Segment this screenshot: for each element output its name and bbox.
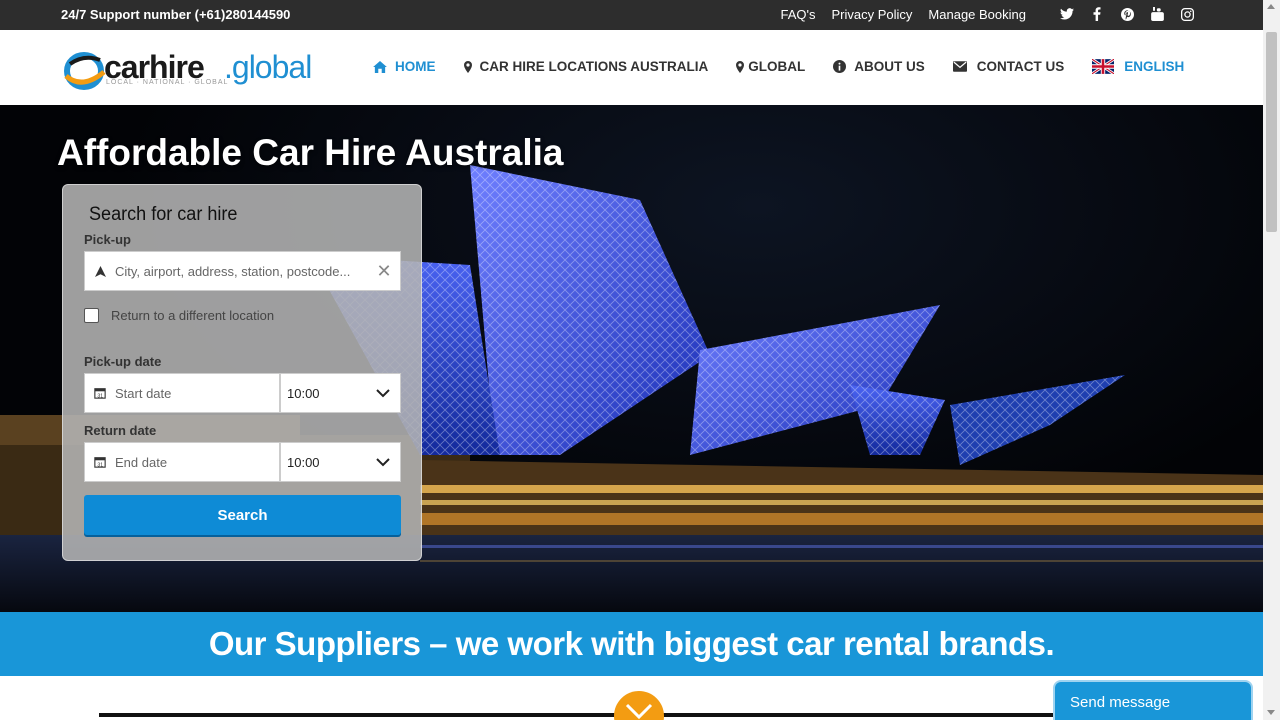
info-icon — [833, 60, 847, 73]
clear-icon[interactable]: ✕ — [368, 261, 400, 282]
end-time-value: 10:00 — [287, 454, 320, 470]
map-marker-icon — [463, 60, 472, 73]
start-time-value: 10:00 — [287, 385, 320, 401]
map-marker-icon — [736, 60, 745, 73]
pickup-placeholder: City, airport, address, station, postcod… — [115, 263, 351, 279]
language-selector[interactable]: ENGLISH — [1092, 59, 1184, 74]
twitter-icon[interactable] — [1059, 5, 1075, 23]
instagram-icon[interactable] — [1179, 5, 1195, 23]
page: 24/7 Support number (+61)280144590 FAQ's… — [0, 0, 1280, 720]
return-different-row: Return to a different location — [84, 308, 274, 323]
svg-text:31: 31 — [97, 462, 103, 468]
end-time-select[interactable]: 10:00 — [280, 442, 401, 482]
social-links — [1059, 5, 1195, 23]
start-date-placeholder: Start date — [115, 385, 172, 401]
nav-global-label: GLOBAL — [748, 59, 806, 74]
end-date-placeholder: End date — [115, 454, 168, 470]
privacy-policy-link[interactable]: Privacy Policy — [832, 7, 913, 22]
return-different-label: Return to a different location — [111, 308, 275, 323]
nav-contact-label: CONTACT US — [976, 59, 1065, 74]
scrollbar[interactable] — [1263, 0, 1280, 720]
return-date-label: Return date — [84, 423, 157, 438]
end-date-input[interactable]: 31 End date — [84, 442, 280, 482]
send-message-chat[interactable]: Send message — [1053, 680, 1253, 720]
facebook-icon[interactable] — [1089, 5, 1105, 23]
support-number: 24/7 Support number (+61)280144590 — [61, 7, 291, 22]
main-nav: HOME CAR HIRE LOCATIONS AUSTRALIA GLOBAL… — [373, 59, 1212, 74]
uk-flag-icon — [1092, 59, 1115, 74]
nav-contact-us[interactable]: CONTACT US — [952, 59, 1065, 74]
search-title: Search for car hire — [89, 204, 238, 225]
nav-about-us[interactable]: ABOUT US — [833, 59, 925, 74]
pickup-location-input[interactable]: City, airport, address, station, postcod… — [84, 251, 401, 291]
calendar-icon: 31 — [85, 456, 115, 468]
manage-booking-link[interactable]: Manage Booking — [928, 7, 1026, 22]
logo[interactable]: carhire .global LOCAL · NATIONAL · GLOBA… — [64, 46, 329, 90]
return-different-checkbox[interactable] — [84, 308, 99, 323]
scroll-up-arrow[interactable] — [1267, 4, 1275, 9]
home-icon — [373, 60, 387, 73]
start-date-input[interactable]: 31 Start date — [84, 373, 280, 413]
youtube-icon[interactable] — [1149, 5, 1165, 23]
search-button[interactable]: Search — [84, 495, 401, 535]
nav-home-label: HOME — [395, 59, 436, 74]
chevron-down-icon — [376, 458, 390, 467]
nav-home[interactable]: HOME — [373, 59, 436, 74]
faq-link[interactable]: FAQ's — [781, 7, 816, 22]
svg-text:31: 31 — [97, 393, 103, 399]
scroll-down-arrow[interactable] — [1267, 710, 1275, 715]
chevron-down-icon — [625, 703, 653, 720]
top-links: FAQ's Privacy Policy Manage Booking — [781, 7, 1027, 22]
hero-title: Affordable Car Hire Australia — [57, 132, 564, 173]
top-bar: 24/7 Support number (+61)280144590 FAQ's… — [0, 0, 1263, 30]
divider-line — [99, 713, 1059, 717]
nav-about-label: ABOUT US — [854, 59, 925, 74]
search-panel: Search for car hire Pick-up City, airpor… — [62, 184, 422, 561]
scroll-down-button[interactable] — [614, 691, 664, 720]
hero-section: Affordable Car Hire Australia Search for… — [0, 105, 1263, 612]
pinterest-icon[interactable] — [1119, 5, 1135, 23]
envelope-icon — [952, 61, 967, 72]
logo-text-global: .global — [224, 49, 312, 85]
logo-tagline: LOCAL · NATIONAL · GLOBAL — [106, 79, 229, 86]
nav-global[interactable]: GLOBAL — [736, 59, 805, 74]
nav-car-hire-locations[interactable]: CAR HIRE LOCATIONS AUSTRALIA — [463, 59, 709, 74]
scrollbar-thumb[interactable] — [1266, 32, 1277, 232]
start-time-select[interactable]: 10:00 — [280, 373, 401, 413]
logo-globe-icon — [64, 52, 106, 90]
pickup-date-label: Pick-up date — [84, 354, 162, 369]
nav-locations-label: CAR HIRE LOCATIONS AUSTRALIA — [479, 59, 709, 74]
suppliers-banner: Our Suppliers – we work with biggest car… — [0, 612, 1263, 676]
language-label: ENGLISH — [1124, 59, 1185, 74]
chevron-down-icon — [376, 389, 390, 398]
calendar-icon: 31 — [85, 387, 115, 399]
location-arrow-icon — [85, 265, 115, 277]
header: carhire .global LOCAL · NATIONAL · GLOBA… — [0, 30, 1263, 105]
pickup-label: Pick-up — [84, 232, 131, 247]
